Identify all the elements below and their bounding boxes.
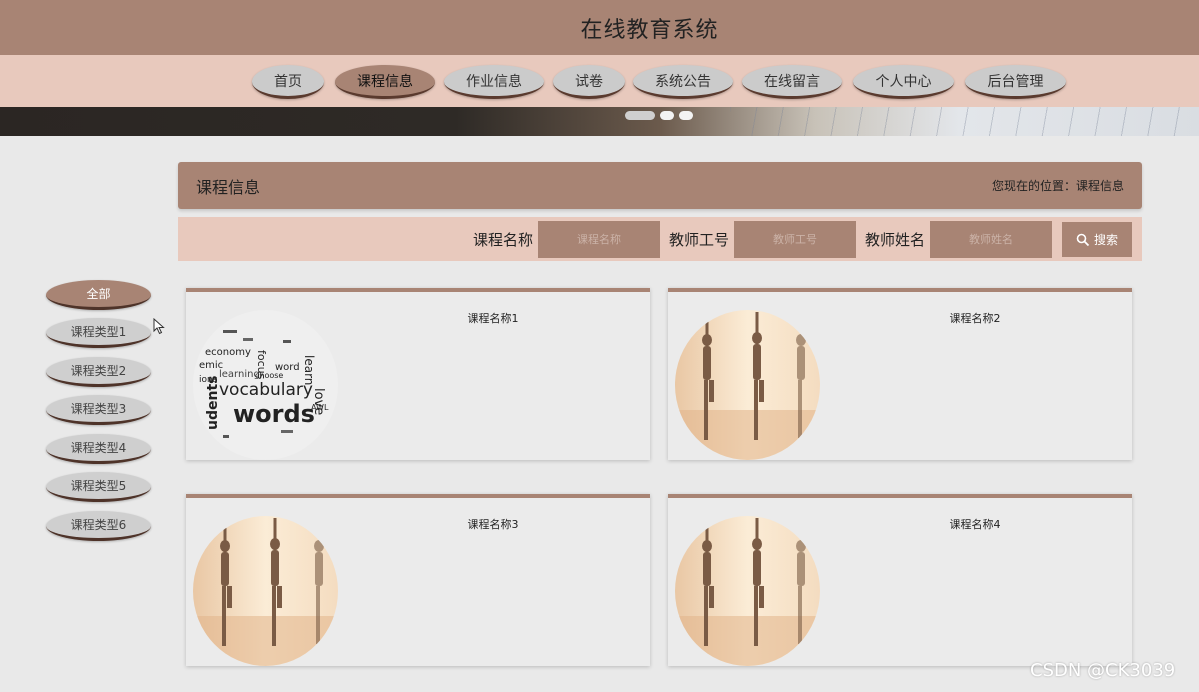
search-button[interactable]: 搜索 — [1062, 222, 1132, 257]
category-item[interactable]: 课程类型5 — [46, 472, 151, 502]
teacher-id-input[interactable] — [734, 221, 856, 258]
category-item[interactable]: 课程类型6 — [46, 511, 151, 541]
course-name: 课程名称1 — [467, 312, 519, 325]
nav-item-messages[interactable]: 在线留言 — [742, 65, 842, 99]
nav-item-admin[interactable]: 后台管理 — [965, 65, 1066, 99]
category-item[interactable]: 课程类型3 — [46, 395, 151, 425]
word-cloud-word: learning — [219, 369, 260, 380]
category-item[interactable]: 课程类型4 — [46, 434, 151, 464]
banner-carousel — [0, 107, 1199, 136]
course-card[interactable]: 课程名称2 — [668, 288, 1132, 460]
carousel-dot[interactable] — [660, 111, 674, 120]
word-cloud-word: emic — [199, 360, 223, 371]
mouse-cursor-icon — [153, 318, 165, 335]
course-card[interactable]: words vocabulary learning love learn eco… — [186, 288, 650, 460]
course-name: 课程名称2 — [949, 312, 1001, 325]
breadcrumb: 您现在的位置：课程信息 — [991, 179, 1124, 193]
watermark: CSDN @CK3039 — [1030, 660, 1176, 681]
category-item[interactable]: 课程类型1 — [46, 318, 151, 348]
yoga-image — [675, 516, 820, 666]
nav-item-home[interactable]: 首页 — [252, 65, 324, 99]
nav-item-personal-center[interactable]: 个人中心 — [853, 65, 954, 99]
nav-item-announcements[interactable]: 系统公告 — [633, 65, 733, 99]
course-name-label: 课程名称 — [473, 230, 534, 249]
banner-image — [730, 107, 1199, 136]
nav-item-course-info[interactable]: 课程信息 — [335, 65, 435, 99]
nav-item-exam[interactable]: 试卷 — [553, 65, 625, 99]
section-header: 课程信息 您现在的位置：课程信息 — [178, 162, 1142, 209]
teacher-id-label: 教师工号 — [669, 230, 730, 249]
course-card[interactable]: 课程名称4 — [668, 494, 1132, 666]
search-button-label: 搜索 — [1093, 233, 1118, 247]
section-title: 课程信息 — [196, 177, 261, 197]
word-cloud-word: ions — [199, 375, 218, 385]
site-header: 在线教育系统 — [0, 0, 1199, 55]
search-bar: 课程名称 教师工号 教师姓名 搜索 — [178, 217, 1142, 261]
yoga-image — [193, 516, 338, 666]
word-cloud-word: learn — [302, 355, 316, 385]
word-cloud-word: economy — [205, 347, 251, 358]
word-cloud-word: AWL — [311, 403, 329, 412]
category-all[interactable]: 全部 — [46, 280, 151, 310]
site-title: 在线教育系统 — [580, 17, 719, 43]
course-name: 课程名称4 — [949, 518, 1001, 531]
nav-item-homework-info[interactable]: 作业信息 — [444, 65, 544, 99]
carousel-dot[interactable] — [679, 111, 693, 120]
course-thumbnail — [675, 310, 820, 460]
main-nav: 首页 课程信息 作业信息 试卷 系统公告 在线留言 个人中心 后台管理 — [0, 55, 1199, 107]
search-icon — [1076, 233, 1090, 246]
course-name: 课程名称3 — [467, 518, 519, 531]
yoga-image — [675, 310, 820, 460]
teacher-name-label: 教师姓名 — [865, 230, 926, 249]
course-card[interactable]: 课程名称3 — [186, 494, 650, 666]
course-thumbnail — [675, 516, 820, 666]
word-cloud-word: choose — [255, 371, 283, 380]
course-name-input[interactable] — [538, 221, 660, 258]
carousel-dot[interactable] — [625, 111, 655, 120]
course-thumbnail: words vocabulary learning love learn eco… — [193, 310, 338, 460]
word-cloud-word: words — [233, 400, 315, 428]
course-thumbnail — [193, 516, 338, 666]
teacher-name-input[interactable] — [930, 221, 1052, 258]
word-cloud-word: vocabulary — [219, 380, 313, 400]
word-cloud-image: words vocabulary learning love learn eco… — [193, 310, 338, 460]
category-item[interactable]: 课程类型2 — [46, 357, 151, 387]
